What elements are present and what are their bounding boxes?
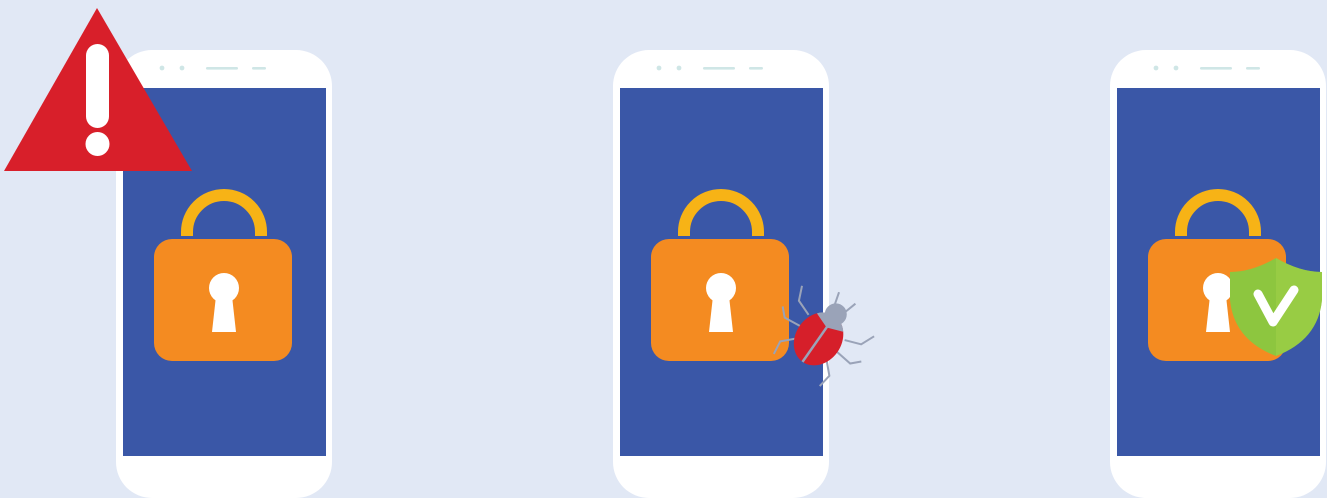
phone-infected xyxy=(613,50,829,498)
illustration-canvas xyxy=(0,0,1327,498)
exclamation-mark xyxy=(86,44,109,128)
